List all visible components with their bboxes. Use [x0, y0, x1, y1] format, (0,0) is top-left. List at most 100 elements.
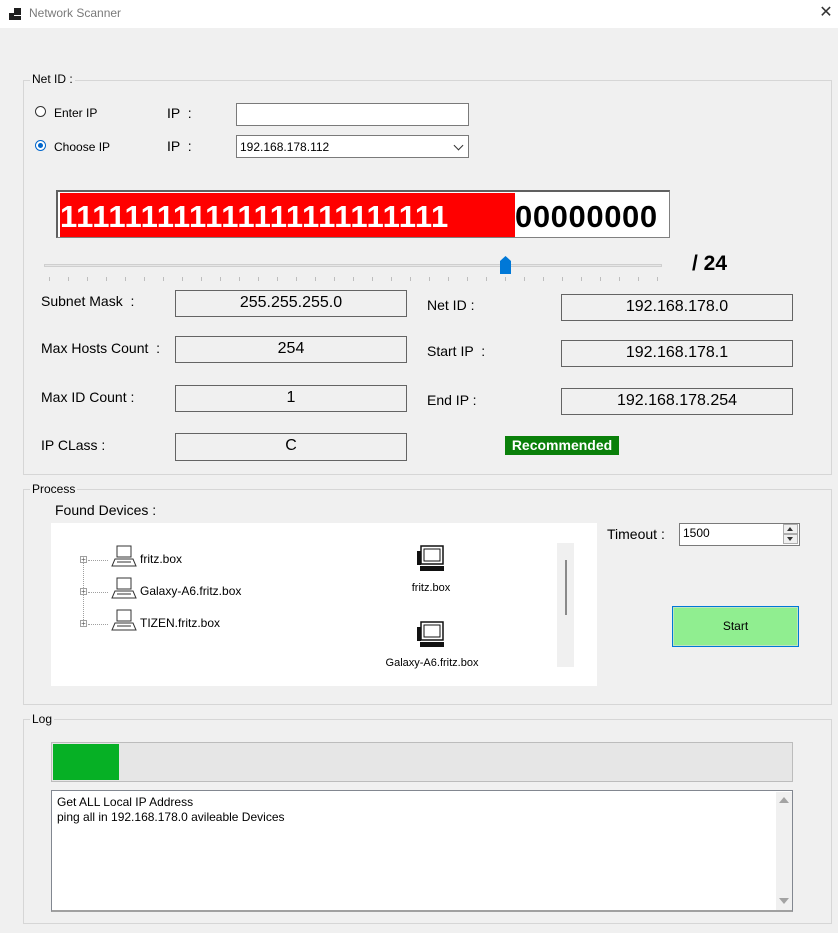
prefix-slider-track[interactable] [44, 264, 662, 267]
chevron-down-icon[interactable] [453, 140, 464, 151]
computer-icon [111, 609, 137, 631]
slider-tick [163, 277, 164, 281]
log-scrollbar[interactable] [776, 792, 792, 910]
network-computer-icon [417, 621, 444, 647]
arrow-down-icon [787, 537, 793, 541]
choose-ip-ip-label: IP : [167, 138, 192, 154]
slider-tick [372, 277, 373, 281]
end-ip-label: End IP : [427, 392, 477, 408]
tree-item[interactable]: + TIZEN.fritz.box [79, 609, 299, 635]
expand-icon[interactable]: + [80, 588, 87, 596]
window-title: Network Scanner [29, 6, 122, 20]
timeout-label: Timeout : [607, 526, 665, 542]
expand-icon[interactable]: + [80, 556, 87, 564]
slider-tick [562, 277, 563, 281]
slider-tick [182, 277, 183, 281]
slider-tick [258, 277, 259, 281]
slider-tick [600, 277, 601, 281]
devices-scrollbar-thumb[interactable] [565, 560, 567, 615]
slider-tick [505, 277, 506, 281]
end-ip-field: 192.168.178.254 [561, 388, 793, 415]
slider-tick [220, 277, 221, 281]
slider-tick [410, 277, 411, 281]
log-line: Get ALL Local IP Address [57, 795, 194, 809]
slider-tick [543, 277, 544, 281]
network-computer-icon [417, 545, 444, 571]
app-icon [9, 8, 21, 20]
start-button[interactable]: Start [672, 606, 799, 647]
subnet-mask-label: Subnet Mask : [41, 293, 135, 309]
scan-progress-fill [53, 744, 119, 780]
choose-ip-selected: 192.168.178.112 [240, 140, 330, 154]
ip-class-label: IP CLass : [41, 437, 106, 453]
recommended-badge: Recommended [505, 436, 619, 455]
slider-tick [334, 277, 335, 281]
log-lines: Get ALL Local IP Address ping all in 192… [57, 795, 285, 825]
slider-tick [353, 277, 354, 281]
slider-tick [125, 277, 126, 281]
stepper-up-button[interactable] [783, 524, 798, 534]
found-devices-panel: + fritz.box + Galaxy-A6.fritz.box + TIZE… [51, 523, 597, 686]
slider-tick [657, 277, 658, 281]
subnet-mask-field: 255.255.255.0 [175, 290, 407, 317]
log-textarea[interactable]: Get ALL Local IP Address ping all in 192… [51, 790, 793, 912]
slider-tick [49, 277, 50, 281]
slider-tick [296, 277, 297, 281]
prefix-label: / 24 [692, 252, 728, 275]
choose-ip-radio[interactable] [35, 140, 46, 151]
slider-tick [106, 277, 107, 281]
choose-ip-label[interactable]: Choose IP [54, 140, 110, 154]
slider-tick [277, 277, 278, 281]
net-id-group-label: Net ID : [30, 72, 75, 86]
scroll-down-icon[interactable] [779, 898, 789, 904]
slider-tick [638, 277, 639, 281]
timeout-input[interactable]: 1500 [679, 523, 800, 546]
prefix-slider-thumb[interactable] [500, 256, 511, 274]
stepper-down-button[interactable] [783, 534, 798, 544]
slider-tick [201, 277, 202, 281]
slider-tick [448, 277, 449, 281]
mask-bits-display: 111111111111111111111111 00000000 [56, 190, 670, 238]
slider-tick [467, 277, 468, 281]
tree-item-label: fritz.box [140, 552, 183, 566]
log-group-label: Log [30, 712, 55, 726]
tree-item[interactable]: + Galaxy-A6.fritz.box [79, 577, 299, 603]
max-id-field: 1 [175, 385, 407, 412]
timeout-stepper[interactable] [783, 524, 798, 545]
tree-item-label: Galaxy-A6.fritz.box [140, 584, 242, 598]
max-hosts-field: 254 [175, 336, 407, 363]
log-line: ping all in 192.168.178.0 avileable Devi… [57, 810, 285, 824]
slider-tick [144, 277, 145, 281]
device-tile[interactable]: Galaxy-A6.fritz.box [377, 621, 487, 675]
computer-icon [111, 577, 137, 599]
scan-progress-bar [51, 742, 793, 782]
slider-tick [524, 277, 525, 281]
slider-tick [581, 277, 582, 281]
mask-bits-ones: 111111111111111111111111 [60, 193, 515, 237]
device-tile[interactable]: fritz.box [381, 545, 481, 599]
expand-icon[interactable]: + [80, 620, 87, 628]
enter-ip-label[interactable]: Enter IP [54, 106, 97, 120]
mask-bits-zeros: 00000000 [515, 199, 658, 234]
slider-tick [68, 277, 69, 281]
slider-tick [315, 277, 316, 281]
max-hosts-label: Max Hosts Count : [41, 340, 161, 356]
enter-ip-ip-label: IP : [167, 105, 192, 121]
process-group-label: Process [30, 482, 78, 496]
enter-ip-radio[interactable] [35, 106, 46, 117]
close-button[interactable]: ✕ [815, 2, 837, 24]
tree-item[interactable]: + fritz.box [79, 545, 299, 571]
net-id-label: Net ID : [427, 297, 475, 313]
device-tile-label: fritz.box [411, 582, 451, 594]
arrow-up-icon [787, 527, 793, 531]
start-ip-field: 192.168.178.1 [561, 340, 793, 367]
found-devices-label: Found Devices : [55, 502, 157, 518]
slider-tick [87, 277, 88, 281]
slider-tick [391, 277, 392, 281]
choose-ip-dropdown[interactable]: 192.168.178.112 [236, 135, 469, 158]
title-bar: Network Scanner ✕ [0, 0, 838, 28]
device-tile-label: Galaxy-A6.fritz.box [385, 657, 479, 669]
enter-ip-input[interactable] [236, 103, 469, 126]
scroll-up-icon[interactable] [779, 797, 789, 803]
max-id-label: Max ID Count : [41, 389, 135, 405]
